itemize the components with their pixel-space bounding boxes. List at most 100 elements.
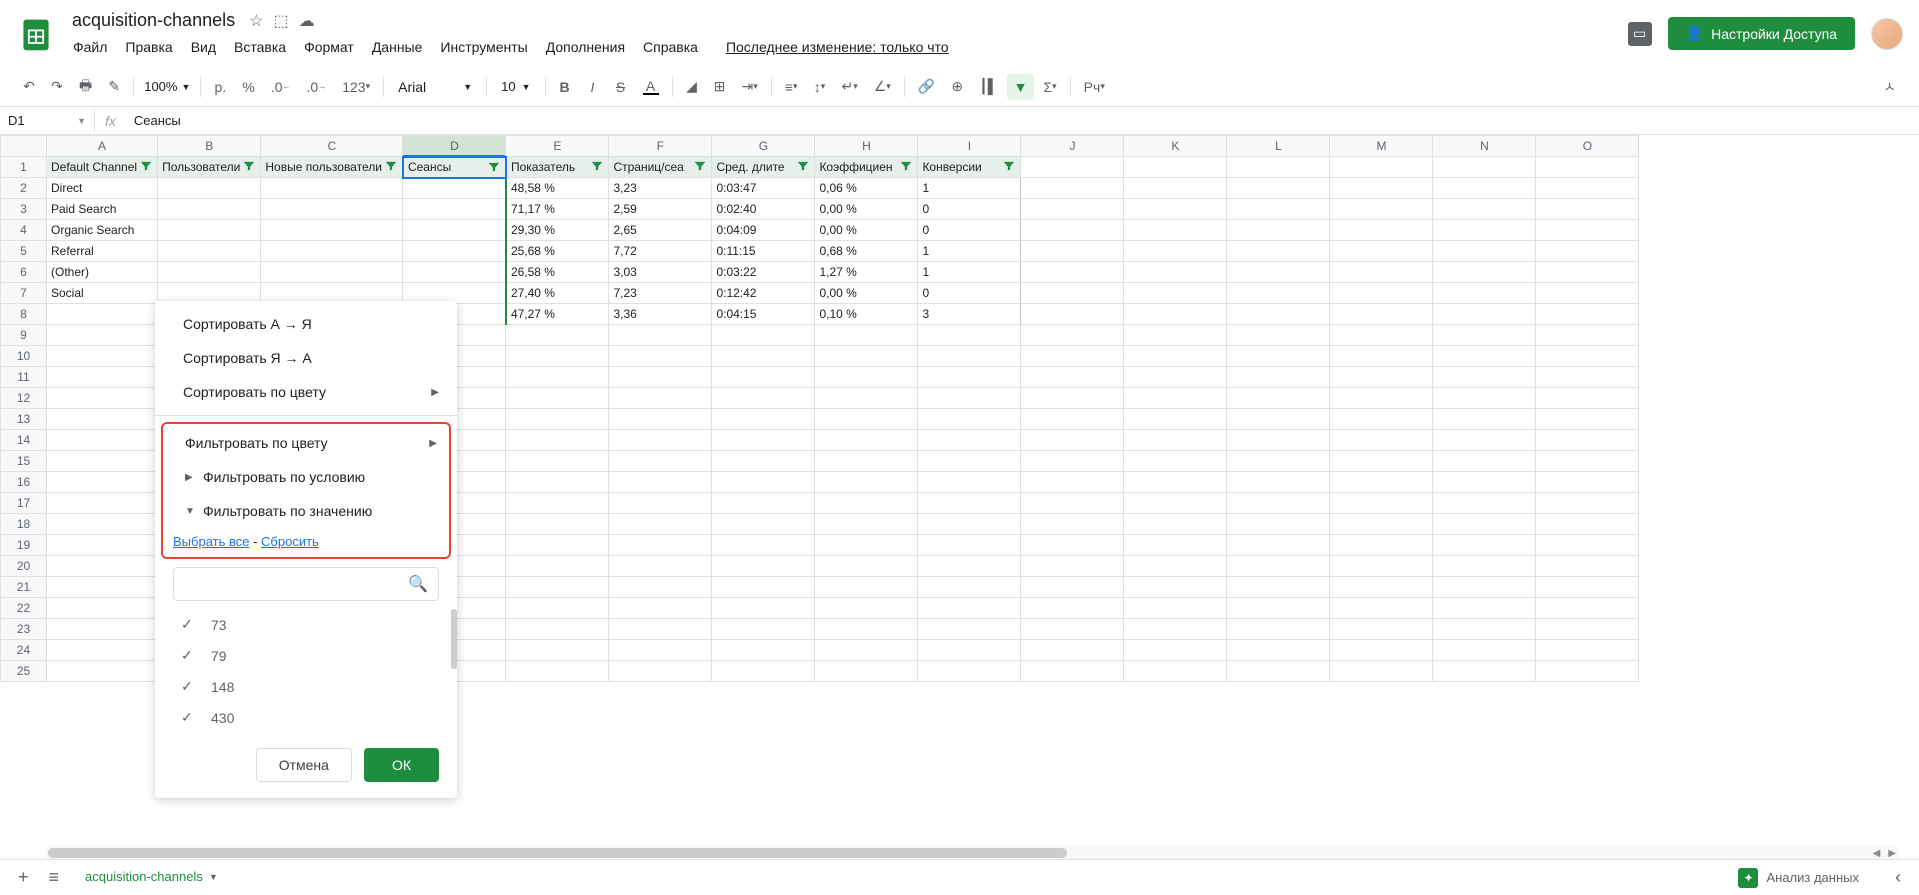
cell-O24[interactable]	[1536, 640, 1639, 661]
menu-addons[interactable]: Дополнения	[539, 35, 632, 59]
cell-O1[interactable]	[1536, 157, 1639, 178]
cell-A21[interactable]	[47, 577, 158, 598]
cell-L16[interactable]	[1227, 472, 1330, 493]
cell-G6[interactable]: 0:03:22	[712, 262, 815, 283]
cell-D6[interactable]	[403, 262, 506, 283]
col-header-O[interactable]: O	[1536, 136, 1639, 157]
cell-H5[interactable]: 0,68 %	[815, 241, 918, 262]
cell-J20[interactable]	[1021, 556, 1124, 577]
cell-A24[interactable]	[47, 640, 158, 661]
cell-A18[interactable]	[47, 514, 158, 535]
cell-A12[interactable]	[47, 388, 158, 409]
cell-H3[interactable]: 0,00 %	[815, 199, 918, 220]
cell-I7[interactable]: 0	[918, 283, 1021, 304]
cell-G7[interactable]: 0:12:42	[712, 283, 815, 304]
cell-O10[interactable]	[1536, 346, 1639, 367]
clear-link[interactable]: Сбросить	[261, 534, 319, 549]
menu-format[interactable]: Формат	[297, 35, 361, 59]
cell-I13[interactable]	[918, 409, 1021, 430]
cell-G16[interactable]	[712, 472, 815, 493]
cell-E24[interactable]	[506, 640, 609, 661]
link-icon[interactable]: 🔗	[911, 74, 942, 100]
cell-N3[interactable]	[1433, 199, 1536, 220]
doc-title[interactable]: acquisition-channels	[66, 8, 241, 33]
cell-I23[interactable]	[918, 619, 1021, 640]
select-all-link[interactable]: Выбрать все	[173, 534, 249, 549]
cell-J14[interactable]	[1021, 430, 1124, 451]
cell-L14[interactable]	[1227, 430, 1330, 451]
all-sheets-icon[interactable]: ≡	[43, 861, 66, 894]
number-format[interactable]: 123▾	[335, 74, 377, 100]
cell-J1[interactable]	[1021, 157, 1124, 178]
filter-cancel-button[interactable]: Отмена	[256, 748, 352, 782]
cell-O16[interactable]	[1536, 472, 1639, 493]
cell-J6[interactable]	[1021, 262, 1124, 283]
cell-O2[interactable]	[1536, 178, 1639, 199]
cell-E9[interactable]	[506, 325, 609, 346]
cell-A9[interactable]	[47, 325, 158, 346]
cell-L19[interactable]	[1227, 535, 1330, 556]
cell-F23[interactable]	[609, 619, 712, 640]
cell-I2[interactable]: 1	[918, 178, 1021, 199]
move-icon[interactable]: ⬚	[273, 11, 288, 31]
cell-J18[interactable]	[1021, 514, 1124, 535]
cell-H18[interactable]	[815, 514, 918, 535]
filter-value-item[interactable]: ✓148	[173, 671, 439, 702]
cell-B5[interactable]	[158, 241, 261, 262]
cell-M1[interactable]	[1330, 157, 1433, 178]
cell-H21[interactable]	[815, 577, 918, 598]
cell-G19[interactable]	[712, 535, 815, 556]
cell-A11[interactable]	[47, 367, 158, 388]
cell-A2[interactable]: Direct	[47, 178, 158, 199]
cell-A22[interactable]	[47, 598, 158, 619]
row-header-23[interactable]: 23	[1, 619, 47, 640]
cell-O20[interactable]	[1536, 556, 1639, 577]
cell-M18[interactable]	[1330, 514, 1433, 535]
cell-O11[interactable]	[1536, 367, 1639, 388]
user-avatar[interactable]	[1871, 18, 1903, 50]
print-icon[interactable]: 🖶	[72, 74, 99, 100]
cell-F25[interactable]	[609, 661, 712, 682]
cell-F16[interactable]	[609, 472, 712, 493]
cell-N9[interactable]	[1433, 325, 1536, 346]
cell-N4[interactable]	[1433, 220, 1536, 241]
cell-A6[interactable]: (Other)	[47, 262, 158, 283]
cell-M13[interactable]	[1330, 409, 1433, 430]
explore-button[interactable]: ✦ Анализ данных	[1726, 862, 1871, 894]
cell-J13[interactable]	[1021, 409, 1124, 430]
cell-N13[interactable]	[1433, 409, 1536, 430]
cell-K16[interactable]	[1124, 472, 1227, 493]
cell-I18[interactable]	[918, 514, 1021, 535]
cell-G10[interactable]	[712, 346, 815, 367]
col-header-C[interactable]: C	[261, 136, 403, 157]
menu-edit[interactable]: Правка	[118, 35, 179, 59]
col-header-K[interactable]: K	[1124, 136, 1227, 157]
strike-button[interactable]: S	[608, 74, 634, 100]
cell-M8[interactable]	[1330, 304, 1433, 325]
cell-A19[interactable]	[47, 535, 158, 556]
bold-button[interactable]: B	[552, 74, 578, 100]
cell-L20[interactable]	[1227, 556, 1330, 577]
star-icon[interactable]: ☆	[249, 11, 263, 31]
cell-J4[interactable]	[1021, 220, 1124, 241]
cell-K15[interactable]	[1124, 451, 1227, 472]
cell-F13[interactable]	[609, 409, 712, 430]
cell-F22[interactable]	[609, 598, 712, 619]
cell-I17[interactable]	[918, 493, 1021, 514]
cell-G12[interactable]	[712, 388, 815, 409]
cell-B1[interactable]: Пользователи	[158, 157, 261, 178]
cell-H16[interactable]	[815, 472, 918, 493]
cell-O21[interactable]	[1536, 577, 1639, 598]
cell-H9[interactable]	[815, 325, 918, 346]
cell-F12[interactable]	[609, 388, 712, 409]
cell-I21[interactable]	[918, 577, 1021, 598]
cell-M5[interactable]	[1330, 241, 1433, 262]
cell-K18[interactable]	[1124, 514, 1227, 535]
cell-H11[interactable]	[815, 367, 918, 388]
cell-H14[interactable]	[815, 430, 918, 451]
cell-L3[interactable]	[1227, 199, 1330, 220]
cell-L13[interactable]	[1227, 409, 1330, 430]
cell-D5[interactable]	[403, 241, 506, 262]
col-header-I[interactable]: I	[918, 136, 1021, 157]
cell-N18[interactable]	[1433, 514, 1536, 535]
